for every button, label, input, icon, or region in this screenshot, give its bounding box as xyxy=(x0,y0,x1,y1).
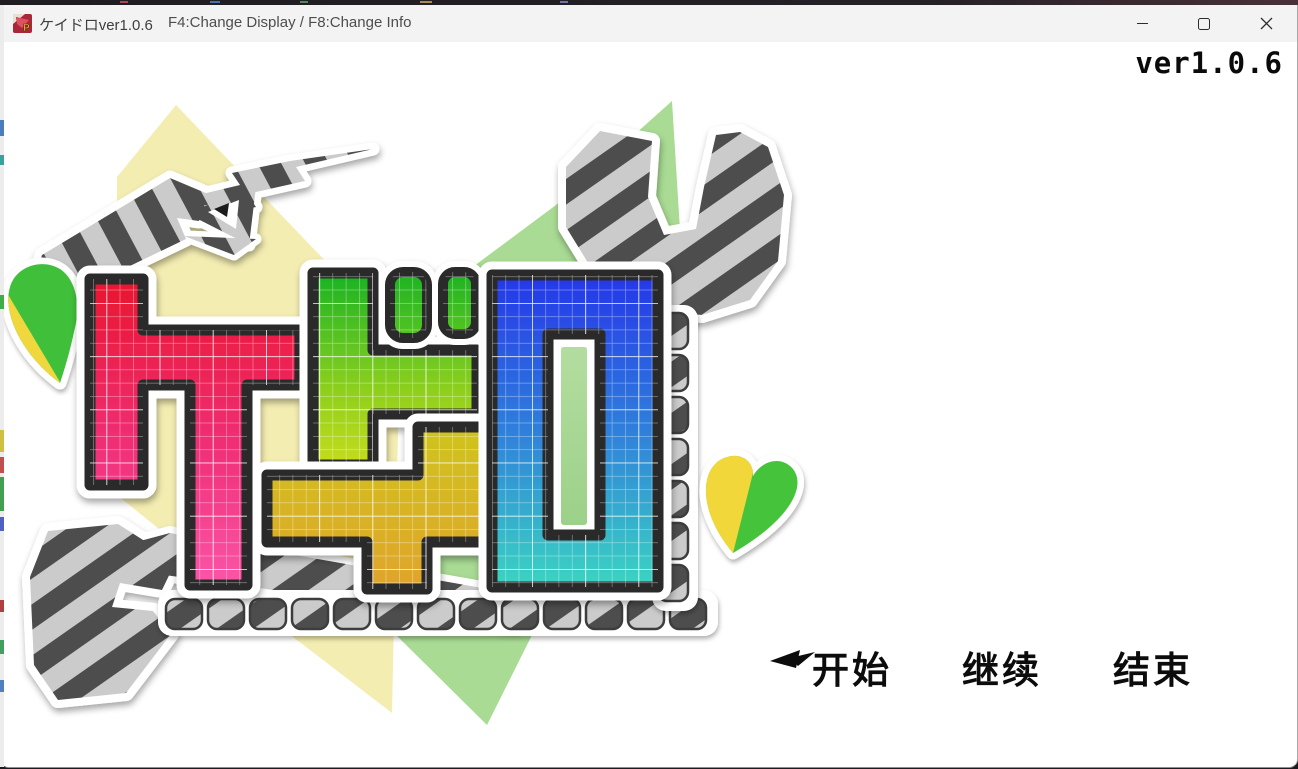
background-window-left-sliver xyxy=(0,5,4,767)
maximize-button[interactable] xyxy=(1173,5,1235,42)
logo-letter-ro xyxy=(492,275,658,587)
sliver-pixel xyxy=(560,1,568,3)
logo-letter-ke xyxy=(90,279,300,585)
logo-letter-do xyxy=(267,272,485,589)
wrench-top-right xyxy=(566,131,784,315)
sliver-pixel xyxy=(0,680,4,692)
minimize-icon xyxy=(1137,23,1148,24)
menu-item-continue[interactable]: 继续 xyxy=(962,640,1042,694)
sliver-pixel xyxy=(0,457,4,473)
ro-slot xyxy=(561,347,587,525)
lightning-arrow xyxy=(32,149,373,301)
main-menu: 开始 继续 结束 xyxy=(0,640,1297,700)
titlebar-hint: F4:Change Display / F8:Change Info xyxy=(168,14,411,31)
sliver-pixel xyxy=(0,517,4,531)
content-area: ケドロ xyxy=(0,42,1297,767)
titlebar: P ケイドロver1.0.6 F4:Change Display / F8:Ch… xyxy=(0,5,1297,42)
sliver-pixel xyxy=(0,155,4,165)
svg-text:P: P xyxy=(23,23,30,33)
version-label: ver1.0.6 xyxy=(1135,46,1283,80)
chain-horizontal xyxy=(158,590,718,636)
menu-cursor-icon xyxy=(768,648,816,672)
background-shapes xyxy=(117,101,686,725)
menu-item-end[interactable]: 结束 xyxy=(1113,640,1193,694)
heart-left xyxy=(0,264,77,389)
heart-right xyxy=(668,432,798,553)
logo-letters xyxy=(90,272,658,589)
background-window-top-sliver xyxy=(0,0,1298,5)
chain-vertical xyxy=(652,305,698,611)
screen: P ケイドロver1.0.6 F4:Change Display / F8:Ch… xyxy=(0,0,1298,769)
sliver-pixel xyxy=(300,1,308,3)
sliver-pixel xyxy=(0,600,4,612)
menu-item-start[interactable]: 开始 xyxy=(812,640,892,694)
sliver-pixel xyxy=(0,477,4,511)
close-button[interactable] xyxy=(1235,5,1297,42)
sliver-pixel xyxy=(120,1,128,3)
green-triangle xyxy=(394,101,686,725)
sliver-pixel xyxy=(0,295,4,309)
maximize-icon xyxy=(1198,18,1210,30)
dakuten-marks xyxy=(390,272,476,338)
sliver-pixel xyxy=(0,120,4,136)
minimize-button[interactable] xyxy=(1111,5,1173,42)
close-icon xyxy=(1260,17,1273,30)
sliver-pixel xyxy=(210,1,220,3)
window-title: ケイドロver1.0.6 xyxy=(39,14,153,35)
sliver-pixel xyxy=(0,640,4,654)
yellow-triangle xyxy=(117,105,400,713)
sliver-pixel xyxy=(420,1,432,3)
sliver-pixel xyxy=(0,430,4,452)
app-icon: P xyxy=(13,14,32,33)
game-window: P ケイドロver1.0.6 F4:Change Display / F8:Ch… xyxy=(0,5,1298,768)
